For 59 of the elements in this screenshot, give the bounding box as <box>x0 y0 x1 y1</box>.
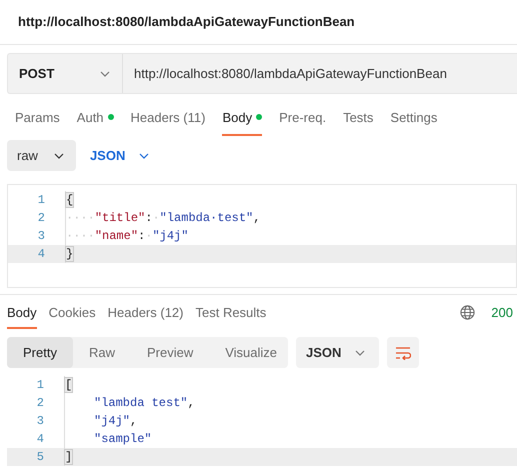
code-text: , <box>253 211 260 225</box>
line-number: 3 <box>36 414 45 428</box>
code-text: [ <box>65 378 72 392</box>
request-tab[interactable]: Headers (11) <box>130 94 206 136</box>
url-field[interactable]: http://localhost:8080/lambdaApiGatewayFunctionBean <box>123 54 447 93</box>
method-dropdown[interactable]: POST <box>8 54 123 93</box>
wrap-button[interactable] <box>387 337 420 368</box>
line-number: 4 <box>36 247 46 261</box>
line-number: 2 <box>36 396 45 410</box>
language-dropdown[interactable]: JSON <box>90 148 150 163</box>
code-text: "name" <box>94 229 138 243</box>
view-mode-tab[interactable]: Visualize <box>209 337 294 368</box>
chevron-down-icon <box>355 350 366 356</box>
response-tab[interactable]: Body <box>7 295 37 329</box>
line-number: 3 <box>36 229 46 243</box>
code-text: "title" <box>94 211 146 225</box>
code-text: "lambda test" <box>94 396 188 410</box>
request-tab[interactable]: Tests <box>343 94 374 136</box>
request-title: http://localhost:8080/lambdaApiGatewayFunctionBean <box>18 14 355 29</box>
line-number: 5 <box>36 450 45 464</box>
request-tab[interactable]: Settings <box>390 94 438 136</box>
chevron-down-icon <box>54 152 64 158</box>
status-code: 200 <box>491 304 513 320</box>
code-text: , <box>130 414 138 428</box>
view-mode-tab[interactable]: Raw <box>72 337 131 368</box>
request-body-editor[interactable]: 1 { 2 ····"title":·"lambda·test", 3 ····"name":·"j4j" 4 } <box>7 184 517 288</box>
request-tab[interactable]: Auth <box>76 94 114 136</box>
code-text: · <box>145 229 152 243</box>
code-text: , <box>188 396 195 410</box>
code-text: ···· <box>66 229 95 243</box>
request-tab[interactable]: Params <box>15 94 60 136</box>
code-text: "j4j" <box>94 414 130 428</box>
view-mode-tab[interactable]: Pretty <box>7 337 73 368</box>
code-text: : <box>145 211 152 225</box>
code-text: : <box>138 229 146 243</box>
globe-icon <box>460 304 476 320</box>
code-text: "lambda·test" <box>160 211 254 225</box>
line-number: 2 <box>36 211 46 225</box>
code-text: } <box>66 247 74 261</box>
response-tab[interactable]: Cookies <box>48 295 96 329</box>
response-tab[interactable]: Test Results <box>195 295 266 329</box>
format-dropdown[interactable]: JSON <box>296 337 380 368</box>
request-tab[interactable]: Body <box>222 94 262 136</box>
request-tab[interactable]: Pre-req. <box>279 94 326 136</box>
code-text: ···· <box>66 211 95 225</box>
code-text: "sample" <box>94 432 152 446</box>
chevron-down-icon <box>100 70 110 76</box>
code-text: · <box>152 211 160 225</box>
view-mode-tab[interactable]: Preview <box>130 337 210 368</box>
code-text: ] <box>65 450 72 464</box>
line-number: 4 <box>36 432 45 446</box>
code-text: "j4j" <box>152 229 188 243</box>
wrap-lines-icon <box>395 346 412 360</box>
line-number: 1 <box>36 378 45 392</box>
line-number: 1 <box>36 193 46 207</box>
response-tab[interactable]: Headers (12) <box>108 295 184 329</box>
code-text: { <box>66 193 74 207</box>
chevron-down-icon <box>139 152 150 158</box>
body-type-dropdown[interactable]: raw <box>7 140 76 171</box>
